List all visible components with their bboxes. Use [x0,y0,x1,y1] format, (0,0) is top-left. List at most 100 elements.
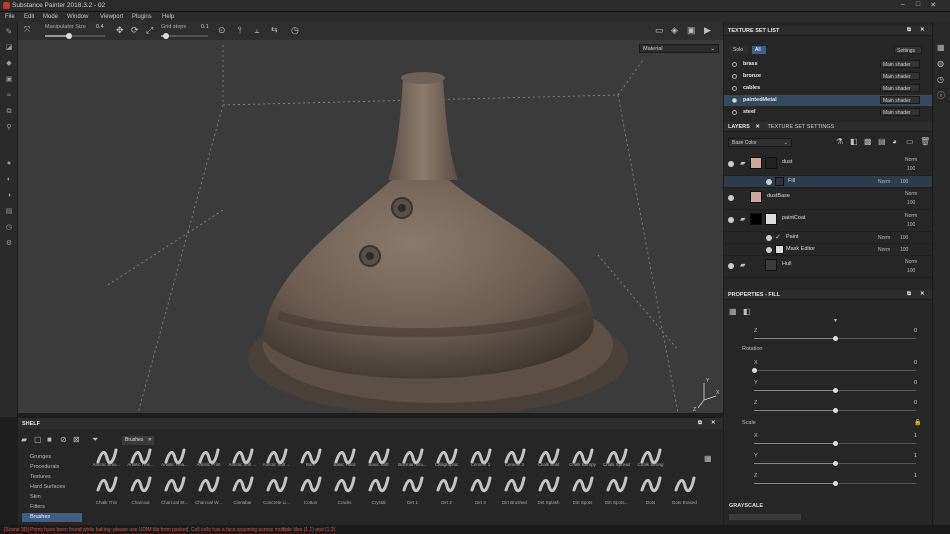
blend-mode[interactable]: Norm [905,259,917,265]
popout-icon[interactable]: ⧉ [907,291,911,298]
object-view-icon[interactable]: ◈ [671,26,678,35]
new-folder-icon[interactable]: ▢ [34,436,42,444]
property-slider[interactable] [754,408,916,413]
brush-preset[interactable]: Chalk Strong [634,446,667,476]
texture-set-bronze[interactable]: bronze Main shader [724,71,932,82]
property-slider-knob[interactable] [833,408,838,413]
brush-preset[interactable]: Dirt Splash [532,474,565,505]
property-value[interactable]: 1 [914,453,917,459]
opacity-value[interactable]: 100 [907,166,915,172]
brush-preset[interactable]: Concrete Li... [260,474,293,505]
tab-texture-set-settings[interactable]: TEXTURE SET SETTINGS [767,124,834,130]
shelf-category-grunges[interactable]: Grunges [22,453,82,462]
shelf-category-brushes[interactable]: Brushes [22,513,82,522]
brush-preset[interactable]: Artistic Soft ... [260,446,293,476]
grayscale-slot[interactable] [729,514,801,520]
property-slider-knob[interactable] [833,388,838,393]
brush-preset[interactable]: Artistic Print [192,446,225,476]
opacity-value[interactable]: 100 [907,268,915,274]
brush-preset[interactable]: Cracks [328,474,361,505]
snap-icon[interactable]: ⊙ [218,26,226,35]
manipulator-size-knob[interactable] [66,33,72,39]
layer-mask-editor[interactable]: Mask Editor Norm 100 [724,244,932,256]
popout-icon[interactable]: ⧉ [698,420,702,427]
menu-edit[interactable]: Edit [24,14,34,20]
radio-icon[interactable] [732,110,737,115]
import-icon[interactable]: ■ [47,436,52,444]
opacity-value[interactable]: 100 [900,179,908,185]
projection-tool-icon[interactable]: ◆ [4,60,14,67]
brush-preset[interactable]: Dots Erased [668,474,701,505]
menu-window[interactable]: Window [67,14,88,20]
radio-icon[interactable] [732,74,737,79]
brush-preset[interactable]: Dots [634,474,667,505]
opacity-value[interactable]: 100 [900,235,908,241]
manipulator-size-slider[interactable] [45,33,105,39]
tab-layers[interactable]: LAYERS [728,124,750,130]
add-mask-icon[interactable]: ◧ [850,138,858,146]
opacity-value[interactable]: 100 [900,247,908,253]
settings-dropdown[interactable]: Settings [894,46,922,54]
remove-filter-icon[interactable]: ✕ [148,437,152,443]
brush-preset[interactable]: Artistic Hea... [158,446,191,476]
grid-view-icon[interactable]: ▦ [704,455,712,463]
texture-set-steel[interactable]: steel Main shader [724,107,932,116]
scale-icon[interactable]: ⤢ [146,26,153,35]
screenshot-icon[interactable]: ▣ [687,26,696,35]
layer-hull[interactable]: ▰ Hull Norm 100 [724,256,932,278]
property-value[interactable]: 0 [914,328,917,334]
property-slider-knob[interactable] [752,368,757,373]
folder-icon[interactable]: ▰ [21,436,27,444]
visibility-eye-icon[interactable] [728,195,734,201]
property-slider[interactable] [754,481,916,486]
grid-steps-slider[interactable] [161,33,208,39]
layer-dust[interactable]: ▰ dust Norm 100 [724,154,932,176]
property-slider-knob[interactable] [833,481,838,486]
brush-preset[interactable]: Artistic Soft ... [226,446,259,476]
texture-set-paintedmetal[interactable]: paintedMetal Main shader [724,95,932,106]
add-folder-icon[interactable]: ▭ [906,138,914,146]
radio-icon[interactable] [732,62,737,67]
maximize-button[interactable]: □ [913,1,923,10]
shader-select[interactable]: Main shader [880,60,920,68]
all-button[interactable]: All [752,46,766,54]
fill-material-icon[interactable]: ▦ [729,308,737,316]
delete-layer-icon[interactable]: 🗑 [920,138,930,146]
brush-preset[interactable]: Charcoal [124,474,157,505]
brush-preset[interactable]: Artistic Hair... [124,446,157,476]
viewport-mode-select[interactable]: Material ⌄ [639,44,719,53]
property-value[interactable]: 0 [914,380,917,386]
filter-tag[interactable]: Brushes ✕ [122,436,154,445]
visibility-eye-icon[interactable] [766,179,772,185]
panel-close-icon[interactable]: ✕ [920,27,925,33]
menu-mode[interactable]: Mode [43,14,58,20]
camera-view-icon[interactable]: ▭ [655,26,664,35]
history-panel-icon[interactable]: ◷ [937,76,944,84]
shader-settings-icon[interactable]: ◑ [4,192,14,199]
menu-help[interactable]: Help [162,14,174,20]
brush-preset[interactable]: Chalk Bold [532,446,565,476]
log-icon[interactable]: ▤ [4,208,14,215]
property-slider-knob[interactable] [833,461,838,466]
brush-preset[interactable]: Crystal [362,474,395,505]
menu-file[interactable]: File [5,14,15,20]
smudge-tool-icon[interactable]: ≈ [4,92,14,99]
property-slider[interactable] [752,368,916,373]
blend-mode[interactable]: Norm [878,179,890,185]
brush-preset[interactable]: Dirt 1 [396,474,429,505]
opacity-value[interactable]: 100 [907,200,915,206]
menu-viewport[interactable]: Viewport [100,14,123,20]
shelf-category-hard-surfaces[interactable]: Hard Surfaces [22,483,82,492]
property-slider[interactable] [754,388,916,393]
polygon-fill-tool-icon[interactable]: ▣ [4,76,14,83]
brush-preset[interactable]: Chalk Thin [90,474,123,505]
shelf-category-textures[interactable]: Textures [22,473,82,482]
blend-mode[interactable]: Norm [905,157,917,163]
shelf-category-procedurals[interactable]: Procedurals [22,463,82,472]
menu-plugins[interactable]: Plugins [132,14,152,20]
layer-fill[interactable]: Fill Norm 100 [724,176,932,188]
brush-preset[interactable]: Cement 1 [464,446,497,476]
visibility-eye-icon[interactable] [728,161,734,167]
history-clock-icon[interactable]: ◷ [291,26,299,35]
visibility-eye-icon[interactable] [728,263,734,269]
